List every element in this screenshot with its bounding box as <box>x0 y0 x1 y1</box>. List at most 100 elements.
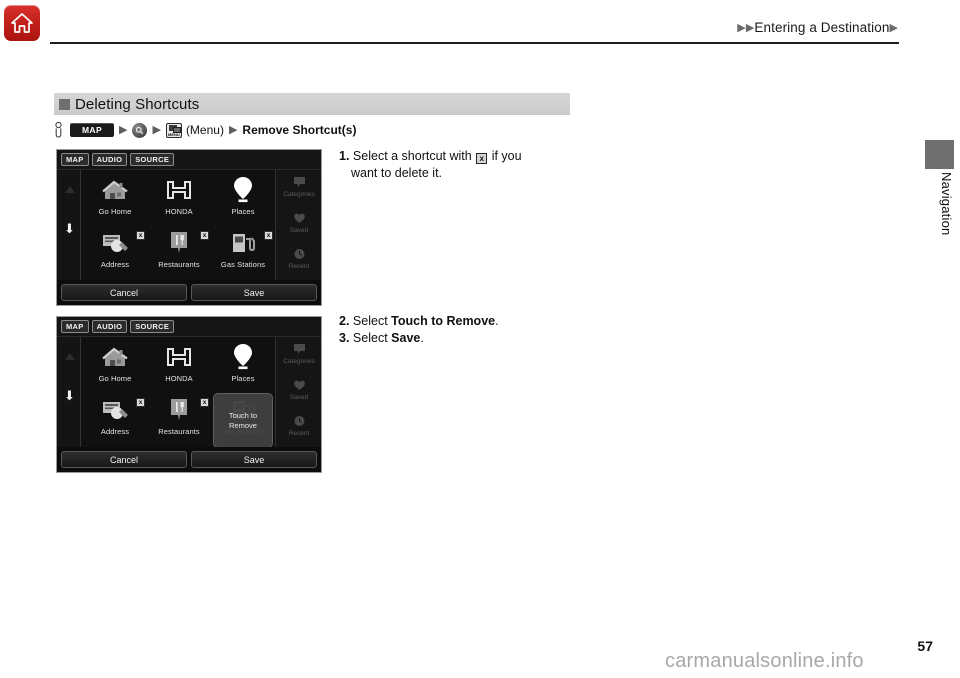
shortcut-label: Places <box>231 374 255 383</box>
shortcut-grid: Go Home HONDA Places Address x Restauran… <box>83 338 275 448</box>
shortcut-tile-honda[interactable]: HONDA <box>147 340 211 395</box>
touch-to-remove-line2: Remove <box>229 420 257 430</box>
shortcut-tile-gas-stations[interactable]: Gas Stations Touch to Remove <box>211 393 275 448</box>
step-period: . <box>420 331 424 345</box>
shortcut-tile-go-home[interactable]: Go Home <box>83 173 147 228</box>
nav-category-rail: Categories Saved Recent <box>275 337 321 448</box>
shortcut-grid: Go Home HONDA Places Address x Restauran… <box>83 171 275 281</box>
shortcut-label: Restaurants <box>158 260 200 269</box>
shortcut-label: Go Home <box>98 374 132 383</box>
header-divider <box>50 42 899 44</box>
step-text: Select <box>352 314 388 328</box>
shortcut-label: Places <box>231 207 255 216</box>
section-title: Deleting Shortcuts <box>75 95 200 113</box>
shortcut-tile-restaurants[interactable]: Restaurants x <box>147 226 211 281</box>
rail-item-recent[interactable]: Recent <box>276 415 321 437</box>
chapter-tab-label: Navigation <box>939 172 954 236</box>
step-period: . <box>495 314 499 328</box>
nav-scroll-rail[interactable]: ⬇ <box>57 170 81 281</box>
rail-item-saved[interactable]: Saved <box>276 379 321 401</box>
save-button[interactable]: Save <box>191 284 317 301</box>
menu-icon-caption: MENU <box>168 131 180 137</box>
rail-item-categories[interactable]: Categories <box>276 343 321 365</box>
step-text: Select <box>352 331 388 345</box>
path-arrow-1: ▶ <box>119 123 128 136</box>
watermark: carmanualsonline.info <box>665 650 864 672</box>
step-number: 1. <box>339 149 350 163</box>
shortcut-tile-gas-stations[interactable]: Gas Stations x <box>211 226 275 281</box>
map-pin-icon <box>211 340 275 374</box>
instruction-steps-2-3: 2. Select Touch to Remove. 3. Select Sav… <box>339 313 569 347</box>
rail-item-label: Categories <box>283 191 315 198</box>
remove-badge-icon[interactable]: x <box>264 231 273 240</box>
instruction-step-3: 3. Select Save. <box>339 330 569 347</box>
categories-icon <box>276 176 321 190</box>
nav-tab-map[interactable]: MAP <box>61 153 89 166</box>
remove-badge-icon[interactable]: x <box>136 231 145 240</box>
rail-item-label: Saved <box>289 227 309 234</box>
map-button-chip[interactable]: MAP <box>70 123 114 137</box>
shortcut-label: Go Home <box>98 207 132 216</box>
scroll-up-arrow-icon[interactable] <box>65 186 75 193</box>
cancel-button[interactable]: Cancel <box>61 284 187 301</box>
nav-scroll-rail[interactable]: ⬇ <box>57 337 81 448</box>
shortcut-tile-address[interactable]: Address x <box>83 393 147 448</box>
shortcut-label: HONDA <box>165 374 193 383</box>
breadcrumb-prefix-arrows: ▶▶ <box>737 22 755 34</box>
home-icon <box>11 13 33 33</box>
section-header: Deleting Shortcuts <box>54 93 570 115</box>
step-text-line2: want to delete it. <box>351 166 443 180</box>
nav-tab-source[interactable]: SOURCE <box>130 320 175 333</box>
rail-item-saved[interactable]: Saved <box>276 212 321 234</box>
nav-tab-audio[interactable]: AUDIO <box>91 153 128 166</box>
house-icon <box>83 173 147 207</box>
remove-badge-icon[interactable]: x <box>200 398 209 407</box>
heart-icon <box>276 212 321 226</box>
home-button[interactable] <box>4 5 40 41</box>
nav-tab-map[interactable]: MAP <box>61 320 89 333</box>
rail-item-label: Saved <box>289 394 309 401</box>
shortcut-tile-go-home[interactable]: Go Home <box>83 340 147 395</box>
step-emphasis: Touch to Remove <box>391 314 496 328</box>
map-pin-icon <box>211 173 275 207</box>
rail-item-categories[interactable]: Categories <box>276 176 321 198</box>
shortcut-tile-address[interactable]: Address x <box>83 226 147 281</box>
touch-to-remove-overlay-button[interactable]: Touch to Remove <box>213 393 273 448</box>
nav-tab-source[interactable]: SOURCE <box>130 153 175 166</box>
rail-item-label: Categories <box>283 358 315 365</box>
save-button[interactable]: Save <box>191 451 317 468</box>
honda-logo-icon <box>147 340 211 374</box>
shortcut-tile-restaurants[interactable]: Restaurants x <box>147 393 211 448</box>
honda-logo-icon <box>147 173 211 207</box>
nav-body: ⬇ Go Home HONDA Places Address x Restaur… <box>57 337 321 448</box>
nav-top-tabbar: MAP AUDIO SOURCE <box>57 317 321 337</box>
scroll-down-arrow-icon[interactable]: ⬇ <box>64 222 75 235</box>
shortcut-label: Gas Stations <box>220 260 266 269</box>
path-arrow-2: ▶ <box>152 123 161 136</box>
menu-word-label: (Menu) <box>185 123 224 137</box>
shortcut-label: HONDA <box>165 207 193 216</box>
step-emphasis: Save <box>391 331 421 345</box>
remove-badge-icon: x <box>476 153 488 164</box>
shortcut-tile-places[interactable]: Places <box>211 340 275 395</box>
nav-screenshot-step2: MAP AUDIO SOURCE ⬇ Go Home HONDA Places … <box>56 316 322 473</box>
chapter-tab-marker <box>925 140 954 169</box>
rail-item-recent[interactable]: Recent <box>276 248 321 270</box>
shortcut-tile-places[interactable]: Places <box>211 173 275 228</box>
instruction-step-2: 2. Select Touch to Remove. <box>339 313 569 330</box>
manual-page: ▶▶Entering a Destination▶ Navigation Del… <box>0 0 960 678</box>
section-bullet-icon <box>59 98 70 110</box>
remove-badge-icon[interactable]: x <box>200 231 209 240</box>
scroll-down-arrow-icon[interactable]: ⬇ <box>64 389 75 402</box>
page-number: 57 <box>917 638 933 654</box>
scroll-up-arrow-icon[interactable] <box>65 353 75 360</box>
rail-item-label: Recent <box>288 263 310 270</box>
cancel-button[interactable]: Cancel <box>61 451 187 468</box>
shortcut-tile-honda[interactable]: HONDA <box>147 173 211 228</box>
magnifier-icon[interactable] <box>132 122 148 138</box>
nav-tab-audio[interactable]: AUDIO <box>91 320 128 333</box>
touch-to-remove-line1: Touch to <box>228 410 258 420</box>
menu-path-final-item: Remove Shortcut(s) <box>242 123 357 137</box>
menu-screen-icon[interactable]: MENU <box>165 122 182 138</box>
remove-badge-icon[interactable]: x <box>136 398 145 407</box>
